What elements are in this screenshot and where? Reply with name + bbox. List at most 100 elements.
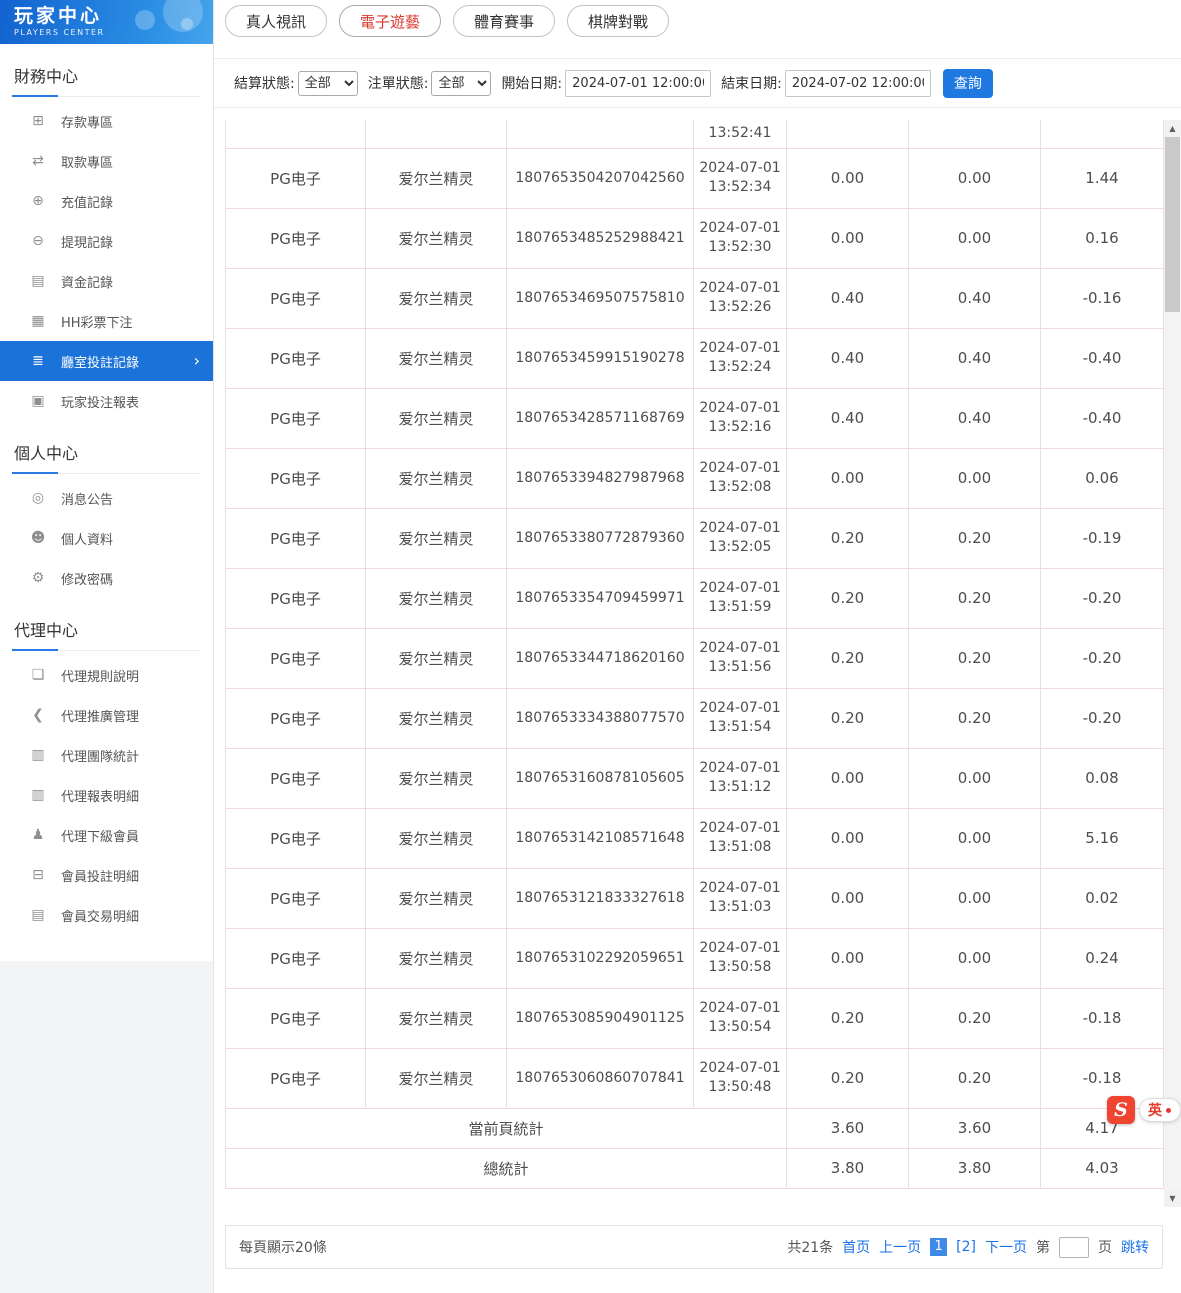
translator-logo-icon[interactable]: S <box>1107 1096 1135 1124</box>
sidebar-item-label: 廳室投註記錄 <box>61 352 139 371</box>
sidebar-item-cashout-records[interactable]: ⊖提現記錄 <box>0 221 213 261</box>
sidebar-menu: 財務中心⊞存款專區⇄取款專區⊕充值記錄⊖提現記錄▤資金記錄▦HH彩票下注≣廳室投… <box>0 44 213 961</box>
cell-profit: -0.19 <box>1041 508 1164 568</box>
query-button[interactable]: 查詢 <box>943 69 993 98</box>
cell-platform: PG电子 <box>226 868 366 928</box>
sidebar-item-recharge-records[interactable]: ⊕充值記錄 <box>0 181 213 221</box>
main-content: 真人視訊電子遊藝體育賽事棋牌對戰 結算狀態: 全部 注單狀態: 全部 開始日期:… <box>214 0 1181 1293</box>
sidebar-item-label: 會員投註明細 <box>61 866 139 885</box>
translator-widget[interactable]: S 英 <box>1107 1096 1181 1124</box>
cell-profit: 0.06 <box>1041 448 1164 508</box>
sidebar-item-member-transaction-detail[interactable]: ▤會員交易明細 <box>0 895 213 935</box>
team-stats-icon: ▥ <box>30 747 46 763</box>
cell-bet-amount: 0.00 <box>787 208 909 268</box>
sidebar-item-member-bet-detail[interactable]: ⊟會員投註明細 <box>0 855 213 895</box>
sidebar-item-hh-lottery-bets[interactable]: ▦ HH彩票下注 <box>0 301 213 341</box>
table-row: PG电子爱尔兰精灵18076533948279879682024-07-0113… <box>226 448 1164 508</box>
cell-time: 13:52:41 <box>694 120 787 148</box>
chevron-right-icon: › <box>194 353 200 369</box>
table-row: PG电子爱尔兰精灵18076533807728793602024-07-0113… <box>226 508 1164 568</box>
summary-label: 當前頁統計 <box>226 1108 787 1148</box>
cell-profit: -0.40 <box>1041 328 1164 388</box>
cell-time: 2024-07-0113:52:30 <box>694 208 787 268</box>
scroll-down-arrow-icon[interactable]: ▼ <box>1164 1190 1181 1207</box>
next-page-link[interactable]: 下一页 <box>985 1237 1027 1257</box>
report-detail-icon: ▥ <box>30 787 46 803</box>
cell-profit: -0.16 <box>1041 268 1164 328</box>
sidebar-item-player-bet-report[interactable]: ▣玩家投注報表 <box>0 381 213 421</box>
sidebar-item-label: 代理下級會員 <box>61 826 139 845</box>
summary-row: 總統計3.803.804.03 <box>226 1148 1164 1188</box>
sidebar-item-hall-bet-records[interactable]: ≣廳室投註記錄› <box>0 341 213 381</box>
cell-platform: PG电子 <box>226 328 366 388</box>
cell-platform: PG电子 <box>226 508 366 568</box>
sidebar: 玩家中心 PLAYERS CENTER 財務中心⊞存款專區⇄取款專區⊕充值記錄⊖… <box>0 0 214 1293</box>
sidebar-section-title: 財務中心 <box>12 59 201 97</box>
cell-bet-amount: 0.00 <box>787 868 909 928</box>
sidebar-item-agent-sub-members[interactable]: ♟代理下級會員 <box>0 815 213 855</box>
cell-bet-amount: 0.20 <box>787 1048 909 1108</box>
cell-game: 爱尔兰精灵 <box>366 388 507 448</box>
bet-table-body: 13:52:41PG电子爱尔兰精灵18076535042070425602024… <box>226 120 1164 1188</box>
cell-platform: PG电子 <box>226 628 366 688</box>
sidebar-item-deposit-area[interactable]: ⊞存款專區 <box>0 101 213 141</box>
tab-electronic-games[interactable]: 電子遊藝 <box>339 5 441 37</box>
sidebar-item-profile[interactable]: ☻個人資料 <box>0 518 213 558</box>
sidebar-item-announcements[interactable]: ◎消息公告 <box>0 478 213 518</box>
cell-game: 爱尔兰精灵 <box>366 148 507 208</box>
scroll-up-arrow-icon[interactable]: ▲ <box>1164 120 1181 137</box>
table-row: PG电子爱尔兰精灵18076533447186201602024-07-0113… <box>226 628 1164 688</box>
settle-status-select[interactable]: 全部 <box>298 71 358 96</box>
document-icon: ❏ <box>30 667 46 683</box>
cell-bet-amount: 0.20 <box>787 628 909 688</box>
sidebar-item-label: 資金記錄 <box>61 272 113 291</box>
sidebar-item-label: 提現記錄 <box>61 232 113 251</box>
cell-order-no: 1807653504207042560 <box>507 148 694 208</box>
cell-platform: PG电子 <box>226 688 366 748</box>
sidebar-item-agent-report-detail[interactable]: ▥代理報表明細 <box>0 775 213 815</box>
prev-page-link[interactable]: 上一页 <box>879 1237 921 1257</box>
tab-live-casino[interactable]: 真人視訊 <box>225 5 327 37</box>
cell-order-no: 1807653344718620160 <box>507 628 694 688</box>
sidebar-item-agent-promotion[interactable]: ❮代理推廣管理 <box>0 695 213 735</box>
tab-sports[interactable]: 體育賽事 <box>453 5 555 37</box>
translator-language-pill[interactable]: 英 <box>1139 1098 1181 1122</box>
table-scrollbar[interactable]: ▲ ▼ <box>1164 120 1181 1207</box>
jump-page-input[interactable] <box>1059 1237 1089 1258</box>
cell-profit: -0.18 <box>1041 988 1164 1048</box>
cell-time: 2024-07-0113:51:54 <box>694 688 787 748</box>
lottery-icon: ▦ <box>30 313 46 329</box>
first-page-link[interactable]: 首页 <box>842 1237 870 1257</box>
sidebar-item-agent-rules[interactable]: ❏代理規則說明 <box>0 655 213 695</box>
page-size-text: 每頁顯示20條 <box>239 1237 327 1257</box>
cell-valid-bet: 0.40 <box>909 268 1041 328</box>
summary-valid-total: 3.80 <box>909 1148 1041 1188</box>
sidebar-item-withdraw-area[interactable]: ⇄取款專區 <box>0 141 213 181</box>
scrollbar-thumb[interactable] <box>1165 137 1180 312</box>
cell-bet-amount: 0.20 <box>787 508 909 568</box>
jump-link[interactable]: 跳转 <box>1121 1237 1149 1257</box>
tab-board-games[interactable]: 棋牌對戰 <box>567 5 669 37</box>
table-row: PG电子爱尔兰精灵18076534599151902782024-07-0113… <box>226 328 1164 388</box>
cell-bet-amount: 0.00 <box>787 448 909 508</box>
category-tabs: 真人視訊電子遊藝體育賽事棋牌對戰 <box>214 0 1181 58</box>
summary-label: 總統計 <box>226 1148 787 1188</box>
cell-platform: PG电子 <box>226 148 366 208</box>
deposit-icon: ⊞ <box>30 113 46 129</box>
start-date-input[interactable] <box>565 70 711 97</box>
cell-platform: PG电子 <box>226 988 366 1048</box>
order-status-select[interactable]: 全部 <box>431 71 491 96</box>
cell-order-no: 1807653380772879360 <box>507 508 694 568</box>
end-date-input[interactable] <box>785 70 931 97</box>
sidebar-item-fund-records[interactable]: ▤ 資金記錄 <box>0 261 213 301</box>
fund-icon: ▤ <box>30 273 46 289</box>
cell-platform: PG电子 <box>226 268 366 328</box>
sidebar-item-agent-team-stats[interactable]: ▥代理團隊統計 <box>0 735 213 775</box>
sidebar-item-change-password[interactable]: ⚙修改密碼 <box>0 558 213 598</box>
cell-profit: -0.20 <box>1041 628 1164 688</box>
sidebar-item-label: 個人資料 <box>61 529 113 548</box>
transaction-icon: ▤ <box>30 907 46 923</box>
cell-profit: -0.40 <box>1041 388 1164 448</box>
sidebar-item-label: HH彩票下注 <box>61 312 133 331</box>
page-2-link[interactable]: [2] <box>956 1239 976 1255</box>
